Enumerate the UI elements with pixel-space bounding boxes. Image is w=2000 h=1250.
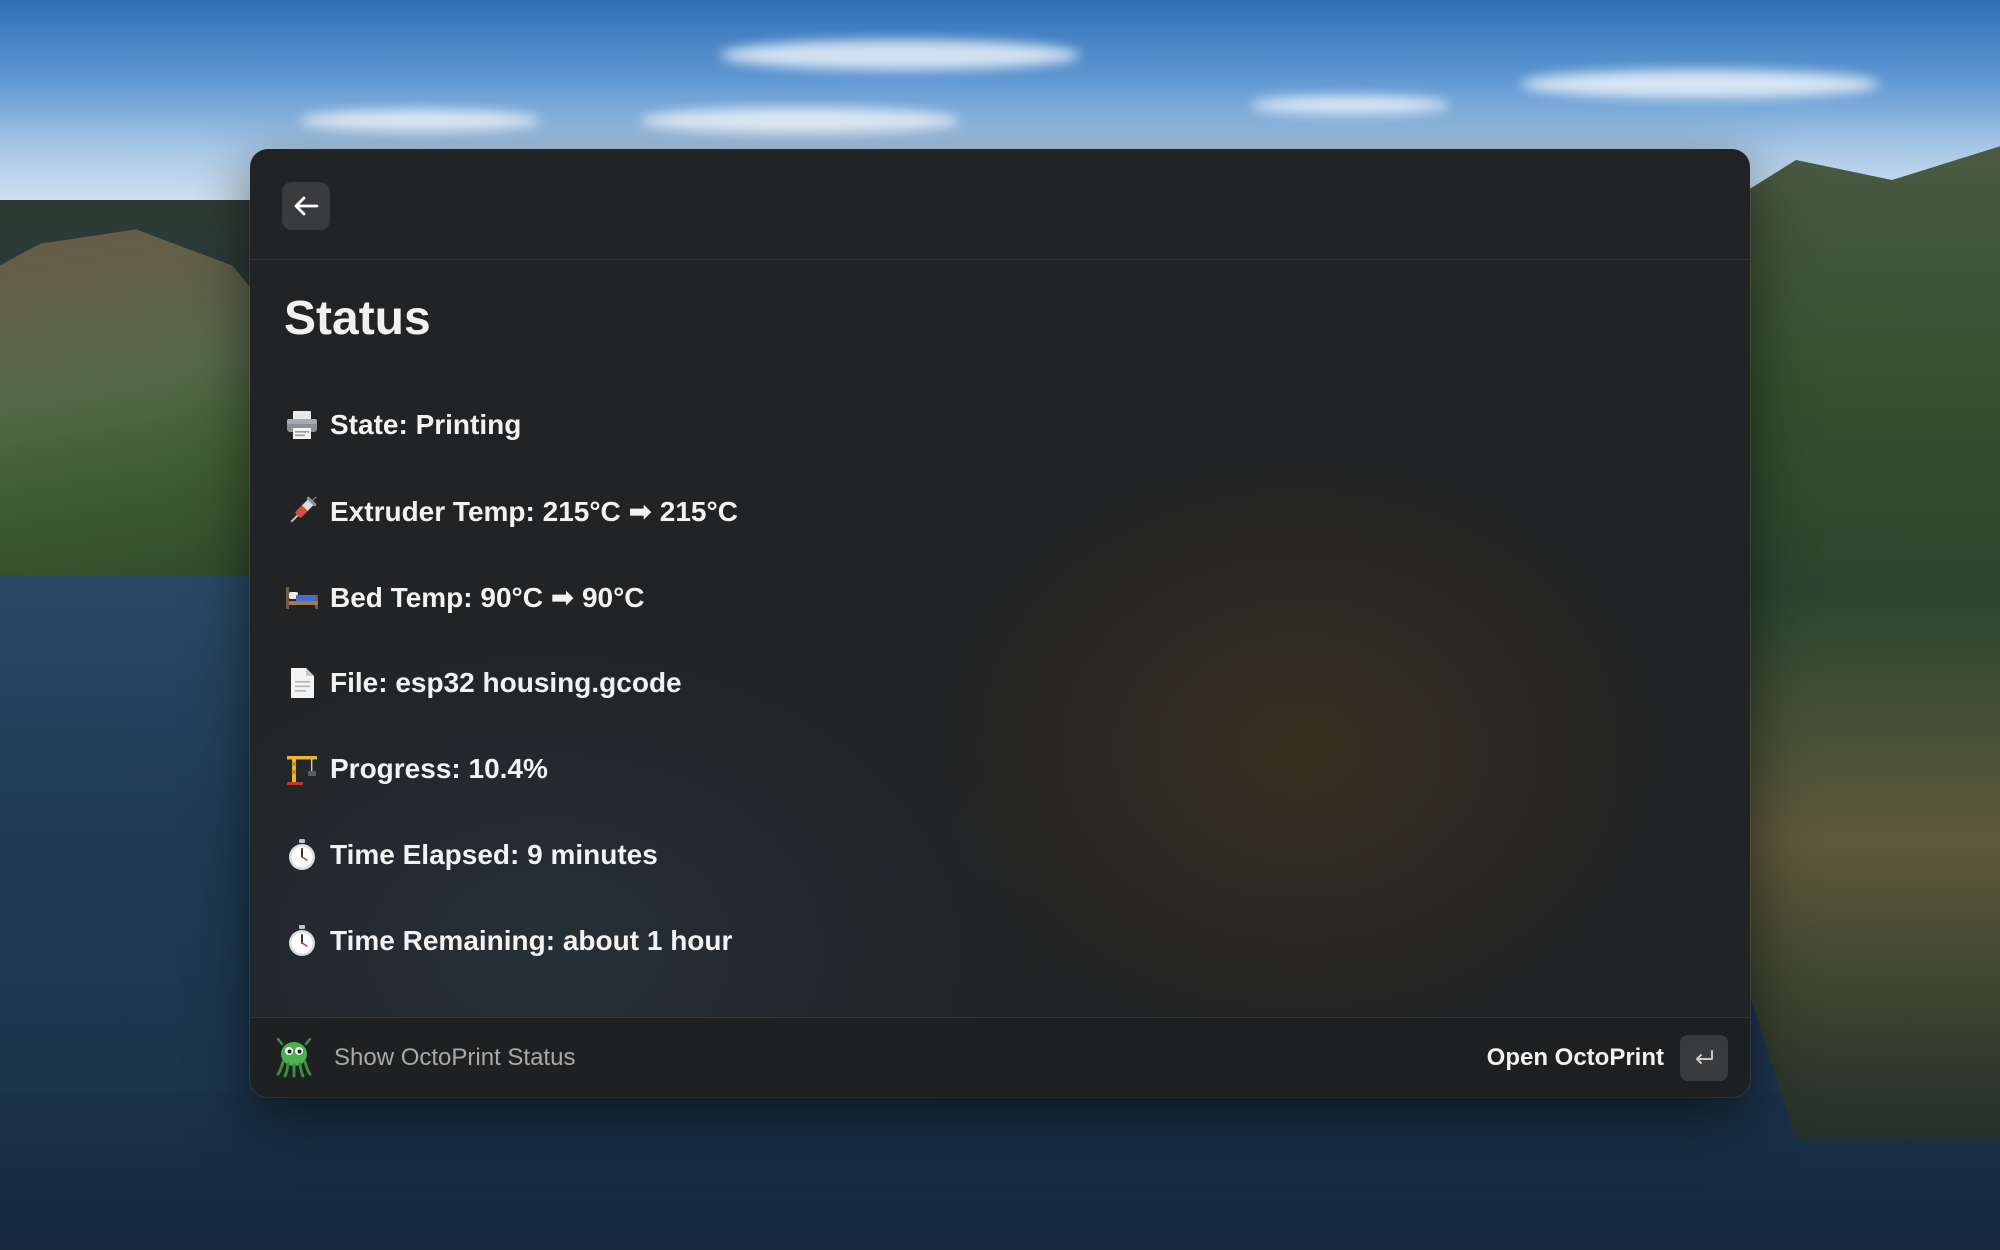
detail-content: Status State: Printing Extruder Temp: 21… (284, 289, 1714, 956)
return-key-icon (1680, 1035, 1728, 1081)
octoprint-logo-icon (274, 1037, 314, 1078)
extension-window: Status State: Printing Extruder Temp: 21… (250, 149, 1750, 1097)
progress-text: Progress: 10.4% (330, 753, 548, 784)
stopwatch-icon (284, 923, 320, 959)
back-button[interactable] (282, 182, 330, 230)
wallpaper-cloud (720, 40, 1080, 70)
status-row-time-elapsed: Time Elapsed: 9 minutes (284, 812, 1714, 898)
status-list: State: Printing Extruder Temp: 215°C ➡ 2… (284, 382, 1714, 984)
desktop-wallpaper: Status State: Printing Extruder Temp: 21… (0, 0, 2000, 1250)
status-row-extruder-temp: Extruder Temp: 215°C ➡ 215°C (284, 468, 1714, 554)
status-row-state: State: Printing (284, 382, 1714, 468)
printer-icon (284, 407, 320, 443)
time-elapsed-text: Time Elapsed: 9 minutes (330, 839, 658, 870)
open-octoprint-button[interactable]: Open OctoPrint (1487, 1035, 1728, 1081)
status-row-file: File: esp32 housing.gcode (284, 640, 1714, 726)
time-remaining-text: Time Remaining: about 1 hour (330, 925, 733, 956)
command-title: Show OctoPrint Status (334, 1044, 576, 1071)
wallpaper-cloud (640, 108, 960, 134)
stopwatch-icon (284, 837, 320, 873)
document-icon (284, 665, 320, 701)
file-text: File: esp32 housing.gcode (330, 667, 682, 698)
action-bar: Show OctoPrint Status Open OctoPrint (250, 1017, 1750, 1097)
status-row-time-remaining: Time Remaining: about 1 hour (284, 898, 1714, 984)
wallpaper-cloud (300, 110, 540, 132)
page-title: Status (284, 292, 431, 345)
wallpaper-sea-lower (0, 1090, 2000, 1250)
arrow-left-icon (294, 196, 319, 216)
primary-action-label: Open OctoPrint (1486, 1044, 1664, 1071)
crane-icon (284, 751, 320, 787)
status-text: State: Printing (330, 409, 522, 440)
bed-icon (284, 579, 320, 615)
wallpaper-cloud (1250, 96, 1450, 114)
syringe-icon (284, 493, 320, 529)
wallpaper-cloud (1520, 70, 1880, 98)
status-row-progress: Progress: 10.4% (284, 726, 1714, 812)
bed-temp-text: Bed Temp: 90°C ➡ 90°C (330, 581, 645, 613)
status-row-bed-temp: Bed Temp: 90°C ➡ 90°C (284, 554, 1714, 640)
wallpaper-hill-left (0, 229, 280, 575)
top-bar (250, 149, 1750, 260)
extruder-temp-text: Extruder Temp: 215°C ➡ 215°C (330, 495, 738, 527)
